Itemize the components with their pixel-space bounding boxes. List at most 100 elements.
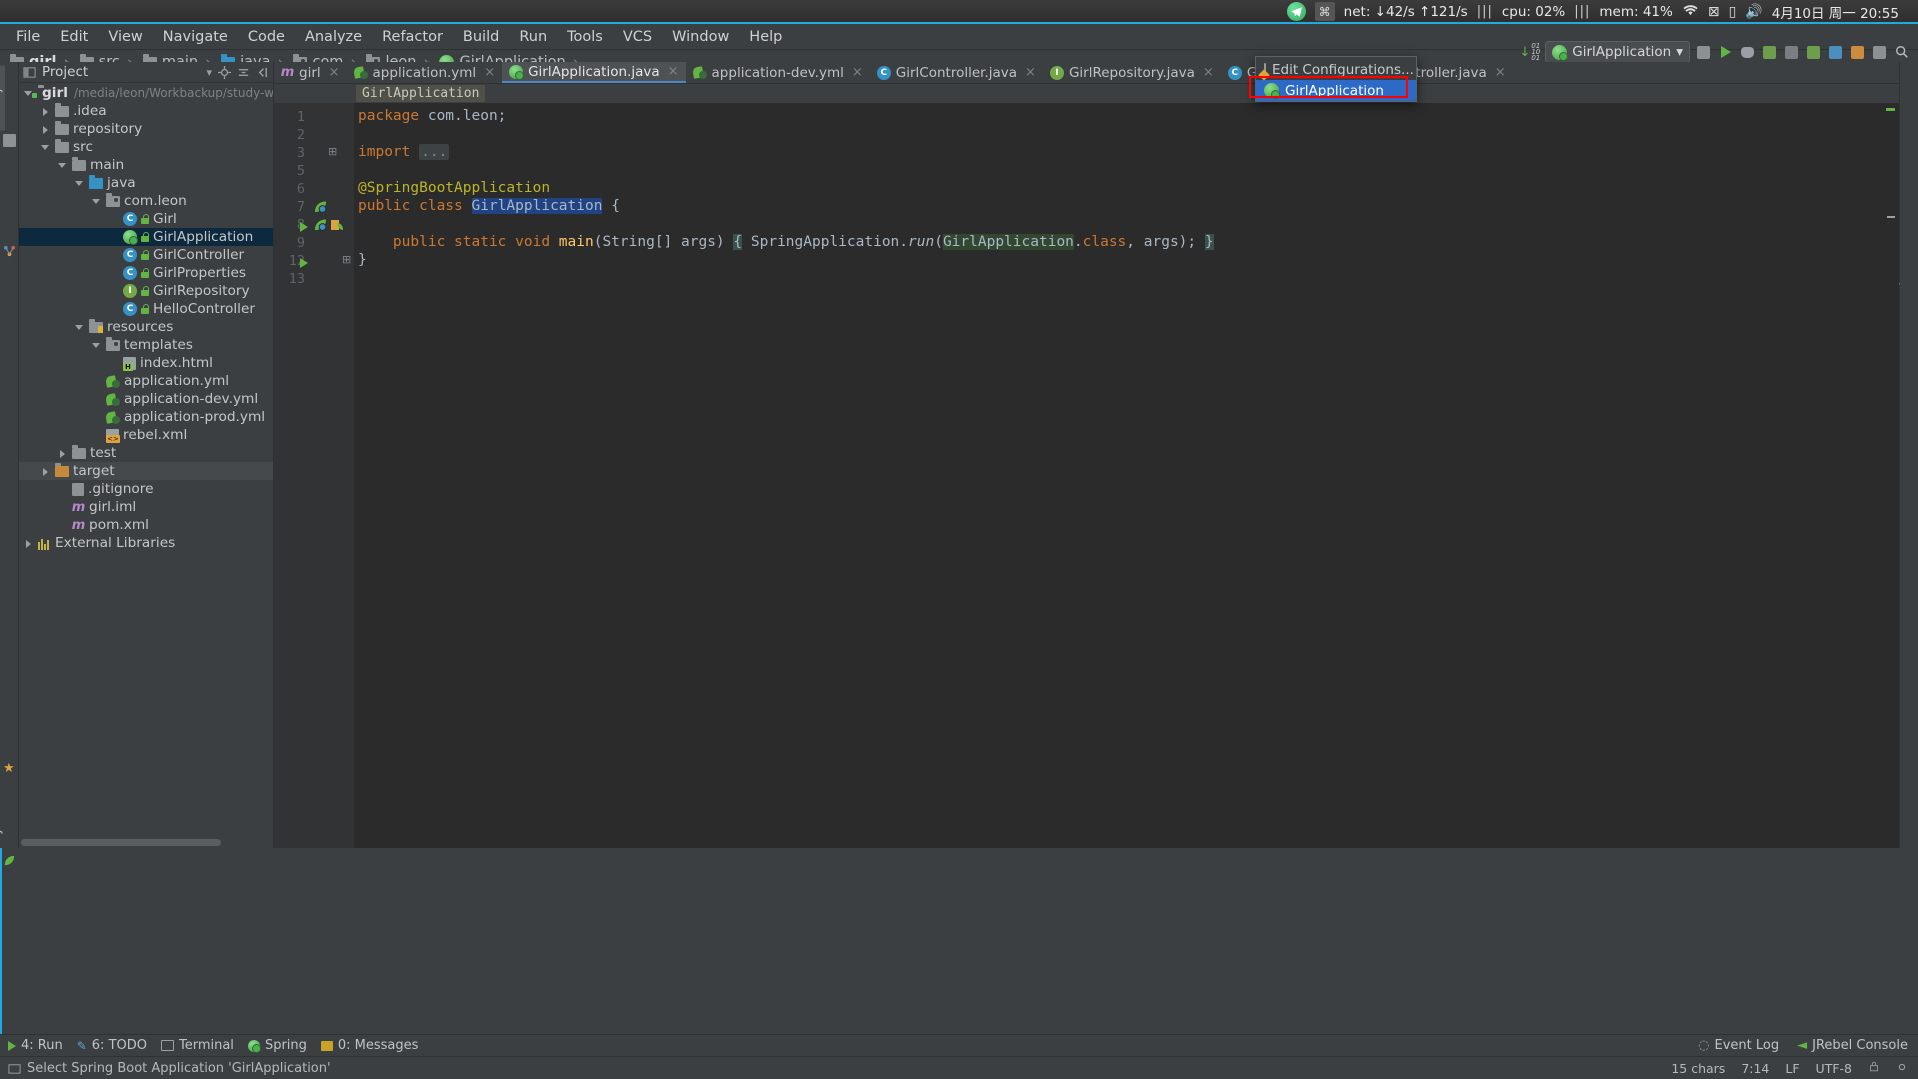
- close-icon[interactable]: ×: [1025, 65, 1036, 80]
- menu-item-file[interactable]: File: [6, 26, 50, 48]
- chevron-right-icon[interactable]: [23, 538, 34, 549]
- editor-tab-girlcontroller-java[interactable]: C GirlController.java ×: [870, 62, 1043, 83]
- wifi-icon[interactable]: [1682, 3, 1699, 20]
- tree-node-src[interactable]: src: [19, 138, 273, 156]
- editor-tab-girlrepository-java[interactable]: I GirlRepository.java ×: [1043, 62, 1221, 83]
- code-editor[interactable]: 1 2 3 5 6 7 8 9 12 13 ⊞ ⊞ package com.le…: [274, 103, 1899, 848]
- tree-node-test[interactable]: test: [19, 444, 273, 462]
- tree-node-girlcontroller[interactable]: C GirlController: [19, 246, 273, 264]
- tree-node-hellocontroller[interactable]: C HelloController: [19, 300, 273, 318]
- tree-node-application-dev-yml[interactable]: application-dev.yml: [19, 390, 273, 408]
- menu-item-tools[interactable]: Tools: [557, 26, 613, 48]
- line-separator[interactable]: LF: [1785, 1061, 1799, 1076]
- close-icon[interactable]: ×: [852, 65, 863, 80]
- tree-node-target[interactable]: target: [19, 462, 273, 480]
- bottom-item-messages[interactable]: 0: Messages: [320, 1038, 418, 1053]
- menu-item-vcs[interactable]: VCS: [613, 26, 662, 48]
- caret-position[interactable]: 7:14: [1741, 1061, 1769, 1076]
- run-gutter-icon[interactable]: [300, 253, 308, 272]
- tree-node-com-leon[interactable]: com.leon: [19, 192, 273, 210]
- search-icon[interactable]: [1893, 44, 1910, 61]
- close-icon[interactable]: ×: [1203, 65, 1214, 80]
- telegram-icon[interactable]: [1286, 2, 1306, 21]
- close-icon[interactable]: ×: [1495, 65, 1506, 80]
- menu-item-build[interactable]: Build: [453, 26, 509, 48]
- chevron-right-icon[interactable]: [40, 106, 51, 117]
- spring-bean-gutter-icon[interactable]: [314, 217, 328, 236]
- close-icon[interactable]: ×: [668, 64, 679, 79]
- settings-gear-icon[interactable]: [1896, 1061, 1908, 1076]
- run-coverage-icon[interactable]: [1761, 44, 1778, 61]
- tree-node-application-prod-yml[interactable]: application-prod.yml: [19, 408, 273, 426]
- layout-icon[interactable]: [1871, 44, 1888, 61]
- breadcrumb-chip-girlapplication[interactable]: GirlApplication: [356, 85, 486, 102]
- run-icon[interactable]: [1717, 44, 1734, 61]
- update-application-icon[interactable]: [1805, 44, 1822, 61]
- menu-item-analyze[interactable]: Analyze: [295, 26, 372, 48]
- run-gutter-icon[interactable]: [300, 217, 308, 236]
- sidebar-item-project[interactable]: 1: Project: [0, 66, 5, 131]
- chevron-down-icon[interactable]: [74, 178, 85, 189]
- chevron-right-icon[interactable]: [40, 124, 51, 135]
- tree-node-application-yml[interactable]: application.yml: [19, 372, 273, 390]
- bottom-item-spring[interactable]: Spring: [247, 1038, 307, 1053]
- editor-gutter[interactable]: 1 2 3 5 6 7 8 9 12 13 ⊞ ⊞: [274, 103, 354, 848]
- tree-node-girl[interactable]: girl/media/leon/Workbackup/study-wo: [19, 84, 273, 102]
- jrebel-leaf-icon[interactable]: [3, 852, 16, 866]
- chevron-down-icon[interactable]: ▾: [1676, 44, 1683, 60]
- fold-expand-icon[interactable]: ⊞: [342, 253, 351, 266]
- bottom-item-jrebel-console[interactable]: ◄ JRebel Console: [1797, 1038, 1908, 1053]
- chevron-down-icon[interactable]: ▾: [206, 66, 212, 79]
- tree-node-girlrepository[interactable]: I GirlRepository: [19, 282, 273, 300]
- clock[interactable]: 4月10日 周一 20:55: [1772, 2, 1899, 22]
- tree-node-gitignore[interactable]: .gitignore: [19, 480, 273, 498]
- chevron-down-icon[interactable]: [91, 340, 102, 351]
- popup-item-girlapplication[interactable]: GirlApplication: [1256, 80, 1416, 101]
- chevron-down-icon[interactable]: [74, 322, 85, 333]
- popup-item-edit-configurations[interactable]: Edit Configurations...: [1256, 59, 1416, 80]
- project-tree[interactable]: girl/media/leon/Workbackup/study-wo .idea…: [19, 84, 273, 830]
- tree-node-templates[interactable]: templates: [19, 336, 273, 354]
- sidebar-item-structure[interactable]: 7: Structure: [0, 154, 5, 233]
- chevron-down-icon[interactable]: [57, 160, 68, 171]
- editor-tab-girlapplication-java[interactable]: GirlApplication.java ×: [502, 62, 686, 83]
- menu-item-edit[interactable]: Edit: [50, 26, 98, 48]
- file-encoding[interactable]: UTF-8: [1816, 1061, 1852, 1076]
- bottom-item-run[interactable]: 4: Run: [8, 1038, 63, 1053]
- horizontal-scrollbar[interactable]: [21, 839, 221, 846]
- tree-node-girlapplication[interactable]: GirlApplication: [19, 228, 273, 246]
- menu-item-navigate[interactable]: Navigate: [153, 26, 238, 48]
- tree-node-resources[interactable]: resources: [19, 318, 273, 336]
- spring-bean-gutter-icon[interactable]: [314, 199, 328, 218]
- close-icon[interactable]: ×: [484, 65, 495, 80]
- stop-icon[interactable]: [1783, 44, 1800, 61]
- jrebel-debug-icon[interactable]: [1849, 44, 1866, 61]
- tree-node-girl-iml[interactable]: m girl.iml: [19, 498, 273, 516]
- jrebel-reload-icon[interactable]: [1827, 44, 1844, 61]
- mail-icon[interactable]: ⊠: [1708, 4, 1720, 20]
- run-configuration-selector[interactable]: GirlApplication ▾: [1545, 41, 1690, 63]
- command-icon[interactable]: ⌘: [1314, 2, 1335, 21]
- code-content[interactable]: package com.leon; import ... @SpringBoot…: [354, 103, 1899, 848]
- sidebar-item-jrebel[interactable]: JRebel: [0, 792, 5, 837]
- tree-node-pom-xml[interactable]: m pom.xml: [19, 516, 273, 534]
- chevron-right-icon[interactable]: [57, 448, 68, 459]
- chevron-right-icon[interactable]: [40, 466, 51, 477]
- menu-item-run[interactable]: Run: [509, 26, 557, 48]
- tree-node-rebel-xml[interactable]: rebel.xml: [19, 426, 273, 444]
- bean-config-gutter-icon[interactable]: [330, 217, 344, 236]
- collapse-all-icon[interactable]: [237, 66, 250, 79]
- battery-icon[interactable]: ▯: [1729, 4, 1737, 20]
- bottom-item-event-log[interactable]: ◌ Event Log: [1698, 1038, 1779, 1053]
- editor-marker-track[interactable]: [1885, 103, 1897, 848]
- hide-panel-icon[interactable]: [256, 66, 269, 79]
- chevron-down-icon[interactable]: [91, 196, 102, 207]
- star-icon[interactable]: ★: [3, 762, 16, 775]
- project-files-icon[interactable]: [3, 134, 16, 147]
- tree-node-idea[interactable]: .idea: [19, 102, 273, 120]
- bottom-item-todo[interactable]: ✎ 6: TODO: [77, 1038, 147, 1053]
- tree-node-girl[interactable]: C Girl: [19, 210, 273, 228]
- menu-item-help[interactable]: Help: [739, 26, 792, 48]
- tree-node-index-html[interactable]: index.html: [19, 354, 273, 372]
- structure-graph-icon[interactable]: [3, 242, 16, 257]
